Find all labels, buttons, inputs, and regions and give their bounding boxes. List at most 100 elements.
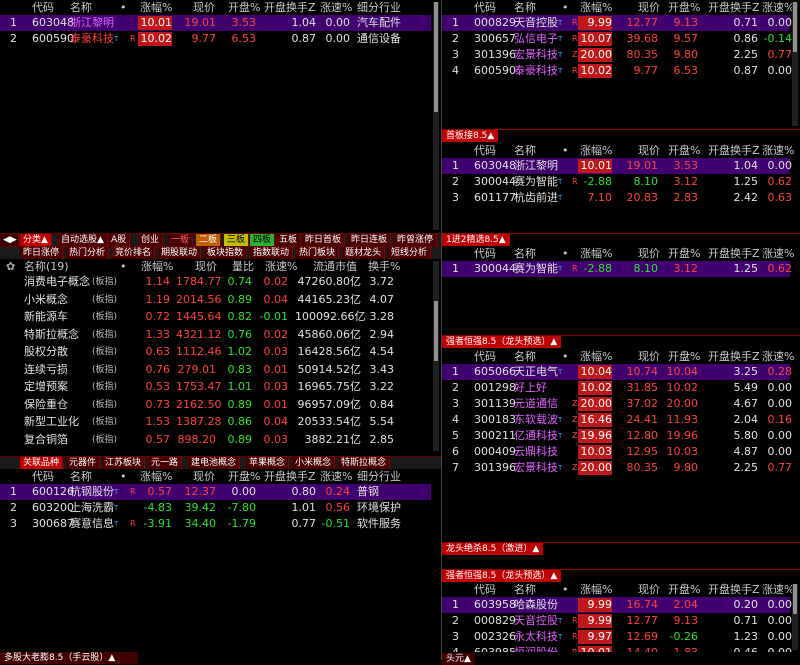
col-speed[interactable]: 涨速% bbox=[265, 260, 297, 274]
tab-theme-leader[interactable]: 题材龙头 bbox=[342, 247, 386, 259]
col-volume-ratio[interactable]: 量比 bbox=[232, 260, 254, 274]
gear-icon[interactable]: ✿ bbox=[6, 260, 15, 274]
tab-apple[interactable]: 苹果概念 bbox=[246, 457, 290, 469]
tab-category[interactable]: 分类▲ bbox=[20, 234, 52, 246]
col-turnover[interactable]: 开盘换手Z bbox=[708, 1, 760, 15]
tab-auction-rank[interactable]: 竞价排名 bbox=[112, 247, 156, 259]
table-row[interactable]: 股权分散 (板指) 0.63 1112.46 1.02 0.03 16428.5… bbox=[0, 344, 431, 360]
col-price[interactable]: 现价 bbox=[195, 260, 217, 274]
tab-xiaomi[interactable]: 小米概念 bbox=[292, 457, 336, 469]
tab-hot-analysis[interactable]: 热门分析 bbox=[66, 247, 110, 259]
col-code[interactable]: 代码 bbox=[474, 583, 496, 597]
table-row[interactable]: 5 300211 亿通科技T Z 19.96 12.80 19.96 5.80 … bbox=[442, 428, 792, 444]
tab-futures-link[interactable]: 期股联动 bbox=[158, 247, 202, 259]
col-pct[interactable]: 涨幅% bbox=[580, 1, 612, 15]
col-turnover[interactable]: 换手% bbox=[368, 260, 400, 274]
table-row[interactable]: 2 001298 好上好 10.02 31.85 10.02 5.49 0.00 bbox=[442, 380, 792, 396]
col-open[interactable]: 开盘% bbox=[228, 1, 260, 15]
table-row[interactable]: 新能源车 (板指) 0.72 1445.64 0.82 -0.01 100092… bbox=[0, 309, 431, 325]
tab-tesla[interactable]: 特斯拉概念 bbox=[338, 457, 391, 469]
table-row[interactable]: 3 300687 赛意信息T R -3.91 34.40 -1.79 0.77 … bbox=[0, 516, 431, 532]
table-row[interactable]: 2 300044 赛为智能T R -2.88 8.10 3.12 1.25 0.… bbox=[442, 174, 792, 190]
col-pct[interactable]: 涨幅% bbox=[141, 260, 173, 274]
col-name[interactable]: 名称 bbox=[70, 470, 92, 484]
table-row[interactable]: 3 301396 宏景科技T Z 20.00 80.35 9.80 2.25 0… bbox=[442, 47, 792, 63]
col-price[interactable]: 现价 bbox=[638, 583, 660, 597]
table-row[interactable]: 保险重仓 (板指) 0.73 2162.50 0.89 0.01 96957.0… bbox=[0, 397, 431, 413]
col-code[interactable]: 代码 bbox=[474, 350, 496, 364]
col-speed[interactable]: 涨速% bbox=[320, 1, 352, 15]
col-name[interactable]: 名称 bbox=[514, 1, 536, 15]
scrollbar[interactable] bbox=[433, 261, 439, 451]
col-open[interactable]: 开盘% bbox=[228, 470, 260, 484]
table-row[interactable]: 2 600590 泰豪科技T R 10.02 9.77 6.53 0.87 0.… bbox=[0, 31, 431, 47]
tab-jiangsu[interactable]: 江苏板块 bbox=[102, 457, 146, 469]
col-code[interactable]: 代码 bbox=[32, 470, 54, 484]
col-pct[interactable]: 涨幅% bbox=[580, 583, 612, 597]
tab-auto-pick[interactable]: 自动选股▲ bbox=[58, 234, 108, 246]
panel-title-1to2[interactable]: 1进2精选8.5▲ bbox=[442, 234, 510, 246]
table-row[interactable]: 小米概念 (板指) 1.19 2014.56 0.89 0.04 44165.2… bbox=[0, 292, 431, 308]
col-name[interactable]: 名称 bbox=[514, 350, 536, 364]
col-speed[interactable]: 涨速% bbox=[762, 247, 794, 261]
col-price[interactable]: 现价 bbox=[193, 470, 215, 484]
col-turnover[interactable]: 开盘换手Z bbox=[264, 1, 316, 15]
scroll-thumb[interactable] bbox=[434, 2, 438, 112]
tab-yuan-yi-lu[interactable]: 元一路 bbox=[148, 457, 183, 469]
tab-sector-index[interactable]: 板块指数 bbox=[204, 247, 248, 259]
col-price[interactable]: 现价 bbox=[638, 144, 660, 158]
col-speed[interactable]: 涨速% bbox=[762, 350, 794, 364]
tab-board-5[interactable]: 五板 bbox=[276, 234, 302, 246]
table-row[interactable]: 3 002326 永太科技T R 9.97 12.69 -0.26 1.23 0… bbox=[442, 629, 792, 645]
table-row[interactable]: 特斯拉概念 (板指) 1.33 4321.12 0.76 0.02 45860.… bbox=[0, 327, 431, 343]
col-name[interactable]: 名称 bbox=[514, 144, 536, 158]
panel-title-strong-2[interactable]: 强者恒强8.5（龙头预选）▲ bbox=[442, 570, 562, 582]
bottom-left-panel-title[interactable]: 多股大老膨8.5（手云股）▲ bbox=[0, 652, 138, 664]
table-row[interactable]: 新型工业化 (板指) 1.53 1387.28 0.86 0.04 20533.… bbox=[0, 414, 431, 430]
col-industry[interactable]: 细分行业 bbox=[357, 470, 401, 484]
tab-yesterday-touched[interactable]: 昨曾涨停 bbox=[394, 234, 438, 246]
col-code[interactable]: 代码 bbox=[474, 144, 496, 158]
table-row[interactable]: 复合铜箔 (板指) 0.57 898.20 0.89 0.03 3882.21亿… bbox=[0, 432, 431, 448]
col-turnover[interactable]: 开盘换手Z bbox=[708, 583, 760, 597]
col-code[interactable]: 代码 bbox=[474, 1, 496, 15]
col-pct[interactable]: 涨幅% bbox=[580, 247, 612, 261]
col-pct[interactable]: 涨幅% bbox=[580, 144, 612, 158]
table-row[interactable]: 2 000829 天音控股T R 9.99 12.77 9.13 0.71 0.… bbox=[442, 613, 792, 629]
table-row[interactable]: 4 300183 东软载波T Z 16.46 24.41 11.93 2.04 … bbox=[442, 412, 792, 428]
tab-index-link[interactable]: 指数联动 bbox=[250, 247, 294, 259]
col-speed[interactable]: 涨速% bbox=[762, 144, 794, 158]
table-row[interactable]: 1 603048 浙江黎明 10.01 19.01 3.53 1.04 0.00… bbox=[0, 15, 431, 31]
tab-board-2[interactable]: 二板 bbox=[196, 234, 222, 246]
table-row[interactable]: 6 000409 云鼎科技 10.03 12.95 10.03 4.87 0.0… bbox=[442, 444, 792, 460]
col-price[interactable]: 现价 bbox=[638, 350, 660, 364]
table-row[interactable]: 7 301396 宏景科技T Z 20.00 80.35 9.80 2.25 0… bbox=[442, 460, 792, 476]
table-row[interactable]: 定增预案 (板指) 0.53 1753.47 1.01 0.03 16965.7… bbox=[0, 379, 431, 395]
col-name[interactable]: 名称(19) bbox=[24, 260, 69, 274]
tab-hot-sector[interactable]: 热门板块 bbox=[296, 247, 340, 259]
tab-battery[interactable]: 建电池概念 bbox=[188, 457, 241, 469]
tab-yesterday-first[interactable]: 昨日首板 bbox=[302, 234, 346, 246]
col-code[interactable]: 代码 bbox=[474, 247, 496, 261]
tab-yesterday-consecutive[interactable]: 昨日连板 bbox=[348, 234, 392, 246]
col-turnover[interactable]: 开盘换手Z bbox=[264, 470, 316, 484]
col-price[interactable]: 现价 bbox=[193, 1, 215, 15]
col-speed[interactable]: 涨速% bbox=[320, 470, 352, 484]
table-row[interactable]: 消费电子概念 (板指) 1.14 1784.77 0.74 0.02 47260… bbox=[0, 274, 431, 290]
col-turnover[interactable]: 开盘换手Z bbox=[708, 247, 760, 261]
table-row[interactable]: 连续亏损 (板指) 0.76 279.01 0.83 0.01 50914.52… bbox=[0, 362, 431, 378]
table-row[interactable]: 1 603048 浙江黎明 10.01 19.01 3.53 1.04 0.00 bbox=[442, 158, 792, 174]
table-row[interactable]: 2 603200 上海洗霸T -4.83 39.42 -7.80 1.01 0.… bbox=[0, 500, 431, 516]
panel-title-strong[interactable]: 强者恒强8.5（龙头预选）▲ bbox=[442, 336, 562, 348]
table-row[interactable]: 4 600590 泰豪科技T R 10.02 9.77 6.53 0.87 0.… bbox=[442, 63, 792, 79]
col-market-value[interactable]: 流通市值 bbox=[313, 260, 357, 274]
tab-board-4[interactable]: 四板 bbox=[250, 234, 276, 246]
bottom-right-panel-title[interactable]: 头元▲ bbox=[442, 653, 475, 665]
table-row[interactable]: 1 000829 天音控股T R 9.99 12.77 9.13 0.71 0.… bbox=[442, 15, 792, 31]
table-row[interactable]: 3 301139 元道通信 Z 20.00 37.02 20.00 4.67 0… bbox=[442, 396, 792, 412]
col-pct[interactable]: 涨幅% bbox=[140, 470, 172, 484]
col-turnover[interactable]: 开盘换手Z bbox=[708, 350, 760, 364]
table-row[interactable]: 1 603958 哈森股份 9.99 16.74 2.04 0.20 0.00 bbox=[442, 597, 792, 613]
tab-short-analysis[interactable]: 短线分析 bbox=[388, 247, 432, 259]
col-pct[interactable]: 涨幅% bbox=[140, 1, 172, 15]
